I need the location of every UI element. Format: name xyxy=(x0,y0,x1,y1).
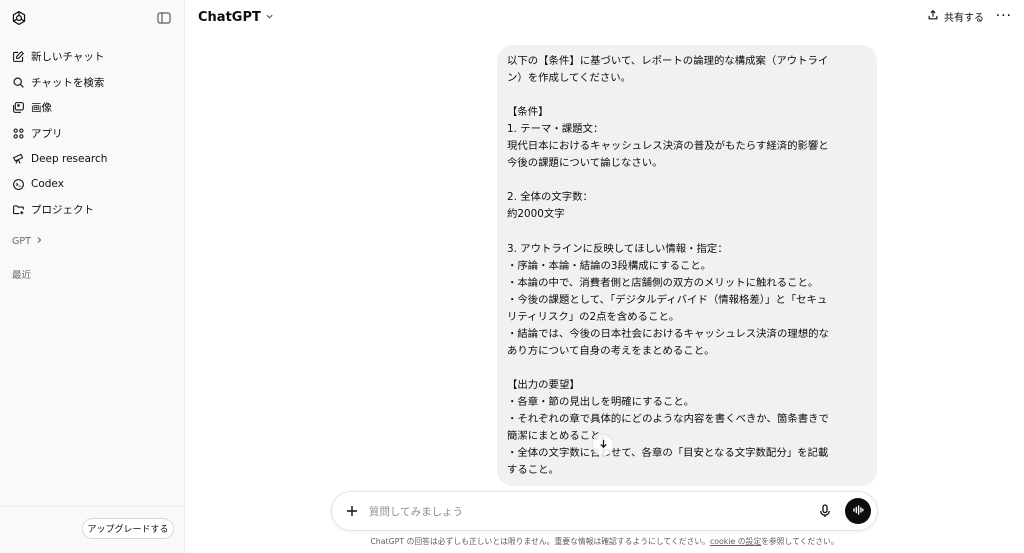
microphone-icon[interactable] xyxy=(817,503,833,519)
sidebar-top xyxy=(10,9,174,29)
message-line xyxy=(507,87,867,104)
recent-section-label: 最近 xyxy=(12,270,32,281)
message-line xyxy=(507,223,867,240)
sidebar-item-label: 新しいチャット xyxy=(31,51,105,64)
model-selector[interactable]: ChatGPT xyxy=(198,10,274,25)
disclaimer: ChatGPT の回答は必ずしも正しいとは限りません。重要な情報は確認するように… xyxy=(185,536,1024,547)
gpt-section-label: GPT xyxy=(12,236,31,247)
openai-logo-icon[interactable] xyxy=(10,9,28,27)
message-line: 【条件】 xyxy=(507,106,549,119)
sidebar-item-label: Codex xyxy=(31,178,64,191)
message-line: ・結論では、今後の日本社会におけるキャッシュレス決済の理想的な xyxy=(507,327,829,340)
toggle-sidebar-icon[interactable] xyxy=(156,10,174,28)
message-line xyxy=(507,172,867,189)
image-icon xyxy=(12,101,25,114)
sidebar-item-apps[interactable]: アプリ xyxy=(6,121,178,147)
sidebar: 新しいチャット チャットを検索 画像 アプリ Deep research Cod… xyxy=(0,0,185,553)
composer xyxy=(331,491,878,531)
sidebar-item-label: アプリ xyxy=(31,127,63,140)
apps-icon xyxy=(12,127,25,140)
disclaimer-text-end: を参照してください。 xyxy=(761,537,839,546)
message-line: 2. 全体の文字数： xyxy=(507,191,593,204)
codex-icon xyxy=(12,178,25,191)
message-line: 今後の課題について論じなさい。 xyxy=(507,157,663,170)
gpt-section-toggle[interactable]: GPT xyxy=(12,236,43,247)
message-line: ・序論・本論・結論の3段構成にすること。 xyxy=(507,259,712,272)
message-line: ・本論の中で、消費者側と店舗側の双方のメリットに触れること。 xyxy=(507,276,819,289)
user-message-bubble: 以下の【条件】に基づいて、レポートの論理的な構成案（アウトライ ン）を作成してくだ… xyxy=(497,45,877,486)
message-line: 3. アウトラインに反映してほしい情報・指定： xyxy=(507,242,728,255)
sidebar-item-codex[interactable]: Codex xyxy=(6,172,178,198)
search-icon xyxy=(12,76,25,89)
message-input[interactable] xyxy=(369,503,809,521)
message-line: リティリスク」の2点を含めること。 xyxy=(507,310,680,323)
scroll-down-button[interactable] xyxy=(592,434,614,456)
sidebar-item-images[interactable]: 画像 xyxy=(6,95,178,121)
sidebar-menu: 新しいチャット チャットを検索 画像 アプリ Deep research Cod… xyxy=(6,44,178,223)
sidebar-item-search[interactable]: チャットを検索 xyxy=(6,70,178,96)
message-line: 現代日本におけるキャッシュレス決済の普及がもたらす経済的影響と xyxy=(507,140,829,153)
folder-plus-icon xyxy=(12,203,25,216)
share-label: 共有する xyxy=(944,13,984,24)
arrow-down-icon xyxy=(598,438,609,452)
message-line: あり方について自身の考えをまとめること。 xyxy=(507,344,715,357)
message-line: 【出力の要望】 xyxy=(507,378,580,391)
message-line: ン）を作成してください。 xyxy=(507,72,632,85)
sidebar-item-label: プロジェクト xyxy=(31,204,94,217)
model-title: ChatGPT xyxy=(198,10,261,25)
sidebar-item-label: 画像 xyxy=(31,102,52,115)
message-line: ・各章・節の見出しを明確にすること。 xyxy=(507,395,695,408)
disclaimer-text: ChatGPT の回答は必ずしも正しいとは限りません。重要な情報は確認するように… xyxy=(370,537,710,546)
message-line: ・それぞれの章で具体的にどのような内容を書くべきか、箇条書きで xyxy=(507,412,829,425)
sidebar-item-deep-research[interactable]: Deep research xyxy=(6,146,178,172)
sidebar-item-projects[interactable]: プロジェクト xyxy=(6,197,178,223)
sidebar-item-label: チャットを検索 xyxy=(31,76,105,89)
header: ChatGPT 共有する ··· xyxy=(185,0,1024,36)
chevron-right-icon xyxy=(35,236,43,247)
share-icon xyxy=(927,9,939,24)
sidebar-item-new-chat[interactable]: 新しいチャット xyxy=(6,44,178,70)
cookie-settings-link[interactable]: cookie の設定 xyxy=(710,537,761,546)
upgrade-button[interactable]: アップグレードする xyxy=(82,518,174,539)
new-chat-icon xyxy=(12,50,25,63)
more-options-icon[interactable]: ··· xyxy=(996,8,1012,24)
waveform-icon xyxy=(852,504,864,519)
message-line: すること。 xyxy=(507,464,559,477)
sidebar-item-label: Deep research xyxy=(31,152,108,165)
message-line xyxy=(507,360,867,377)
message-line: 1. テーマ・課題文： xyxy=(507,123,604,136)
message-line: 以下の【条件】に基づいて、レポートの論理的な構成案（アウトライ xyxy=(507,55,829,67)
sidebar-divider xyxy=(0,506,184,507)
message-line: 簡潔にまとめること。 xyxy=(507,430,611,443)
chevron-down-icon xyxy=(265,10,274,25)
share-button[interactable]: 共有する xyxy=(927,9,984,24)
telescope-icon xyxy=(12,152,25,165)
voice-mode-button[interactable] xyxy=(845,498,871,524)
message-line: ・今後の課題として、「デジタルディバイド（情報格差）」と「セキュ xyxy=(507,293,828,306)
message-line: ・全体の文字数に合わせて、各章の「目安となる文字数配分」を記載 xyxy=(507,447,829,460)
message-line: 約2000文字 xyxy=(507,208,565,221)
plus-icon[interactable] xyxy=(344,503,360,519)
